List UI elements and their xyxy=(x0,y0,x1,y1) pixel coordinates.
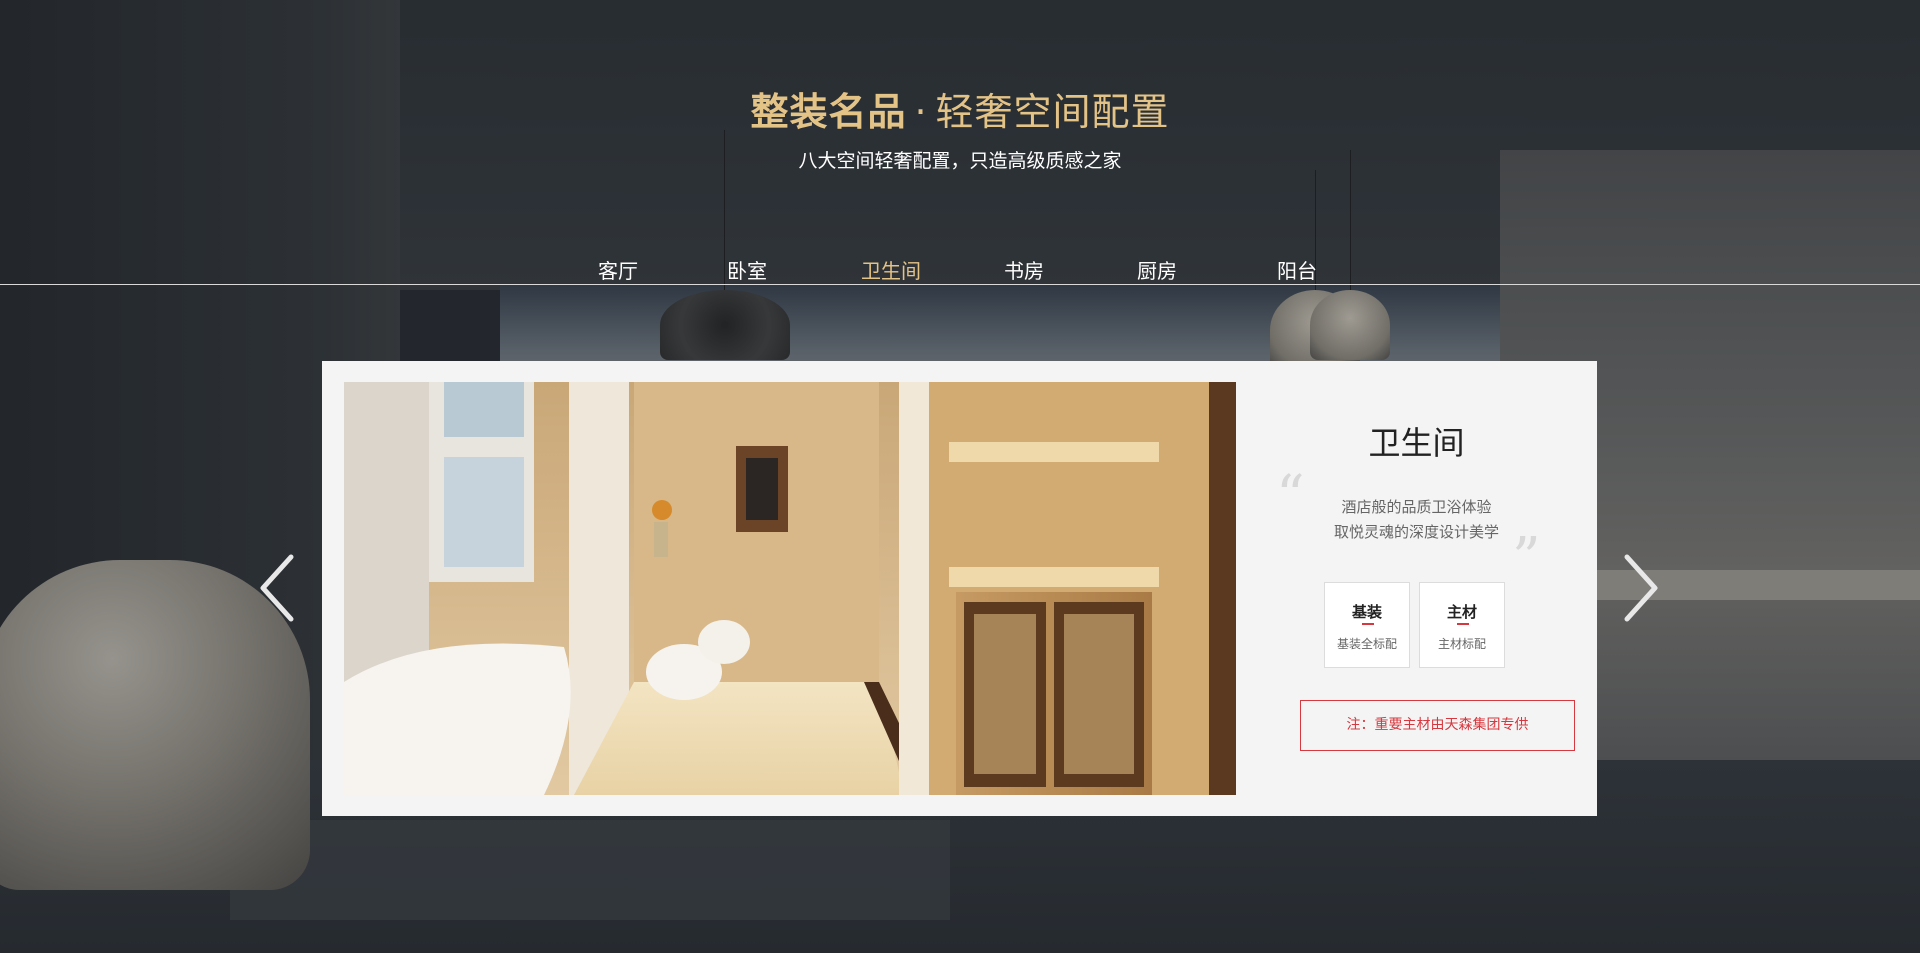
chevron-left-icon xyxy=(260,554,294,622)
tab-study[interactable]: 书房 xyxy=(1004,255,1044,284)
page-subtitle: 八大空间轻奢配置，只造高级质感之家 xyxy=(798,150,1122,172)
feature-title: 基装 xyxy=(1351,603,1382,621)
title-dot: · xyxy=(914,90,928,134)
feature-underline xyxy=(1362,623,1374,625)
feature-subtitle: 基装全标配 xyxy=(1336,637,1397,651)
close-quote-icon: ” xyxy=(1512,526,1541,591)
feature-subtitle: 主材标配 xyxy=(1437,637,1486,651)
tab-living-room[interactable]: 客厅 xyxy=(598,255,638,284)
feature-title: 主材 xyxy=(1446,603,1477,621)
room-title: 卫生间 xyxy=(1368,424,1465,462)
room-description-line-1: 酒店般的品质卫浴体验 xyxy=(1341,498,1492,516)
tab-bathroom[interactable]: 卫生间 xyxy=(861,255,921,284)
title-strong: 整装名品 xyxy=(750,90,907,134)
prev-arrow-button[interactable] xyxy=(255,553,305,623)
room-card: 卫生间 “ 酒店般的品质卫浴体验 取悦灵魂的深度设计美学 ” 基装 基装全标配 … xyxy=(322,361,1597,816)
page-title: 整装名品 · 轻奢空间配置 xyxy=(0,88,1920,136)
supply-note-button[interactable]: 注：重要主材由天森集团专供 xyxy=(1300,700,1575,751)
room-info: 卫生间 “ 酒店般的品质卫浴体验 取悦灵魂的深度设计美学 ” 基装 基装全标配 … xyxy=(1236,361,1597,816)
tab-kitchen[interactable]: 厨房 xyxy=(1137,255,1177,284)
room-tabs: 客厅 卧室 卫生间 书房 厨房 阳台 xyxy=(0,255,1920,285)
feature-main-material[interactable]: 主材 主材标配 xyxy=(1419,582,1505,668)
bathroom-photo xyxy=(344,382,1236,795)
title-light: 轻奢空间配置 xyxy=(935,90,1170,134)
room-description-line-2: 取悦灵魂的深度设计美学 xyxy=(1333,523,1499,541)
chevron-right-icon xyxy=(1624,554,1658,622)
feature-underline xyxy=(1457,623,1469,625)
next-arrow-button[interactable] xyxy=(1613,553,1663,623)
feature-basic-install[interactable]: 基装 基装全标配 xyxy=(1324,582,1410,668)
tab-bedroom[interactable]: 卧室 xyxy=(727,255,767,284)
tab-divider xyxy=(0,284,1920,285)
tab-balcony[interactable]: 阳台 xyxy=(1277,255,1317,284)
